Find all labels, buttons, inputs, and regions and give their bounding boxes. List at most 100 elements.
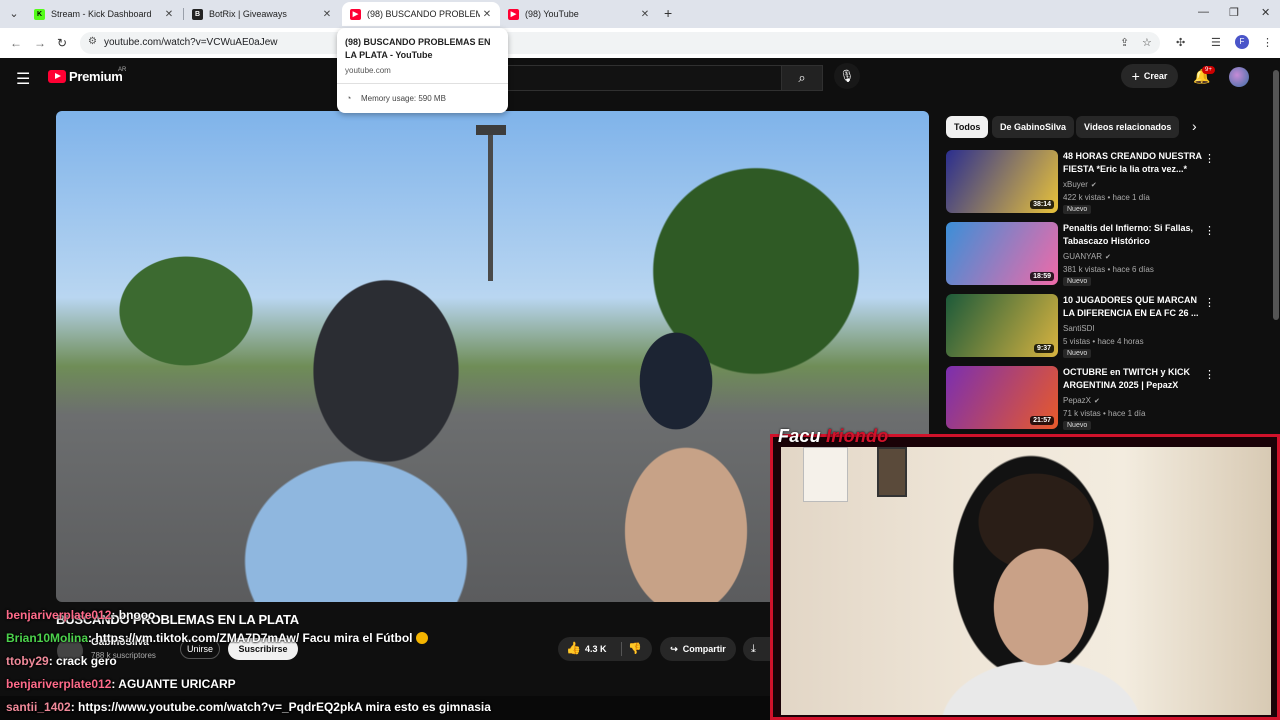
search-input[interactable] bbox=[500, 65, 781, 91]
video-thumbnail[interactable]: 9:37 bbox=[946, 294, 1058, 357]
more-options-icon[interactable]: ⋮ bbox=[1204, 368, 1215, 381]
like-icon[interactable]: 👍 bbox=[566, 641, 581, 655]
youtube-icon: ▶ bbox=[350, 8, 361, 20]
back-icon[interactable]: ← bbox=[10, 36, 22, 50]
wall-frame bbox=[877, 447, 907, 497]
recommendation-title[interactable]: Penaltis del Infierno: Si Fallas, Tabasc… bbox=[1063, 222, 1203, 248]
recommendation-item[interactable]: 18:59 Penaltis del Infierno: Si Fallas, … bbox=[946, 222, 1216, 288]
new-tab-button[interactable]: + bbox=[664, 5, 672, 21]
tab-title: BotRix | Giveaways bbox=[209, 9, 287, 19]
more-options-icon[interactable]: ⋮ bbox=[1204, 152, 1215, 165]
video-thumbnail[interactable]: 38:14 bbox=[946, 150, 1058, 213]
share-icon: ↪ bbox=[670, 643, 678, 654]
new-badge: Nuevo bbox=[1063, 277, 1092, 286]
chip-todos[interactable]: Todos bbox=[946, 116, 989, 138]
botrix-icon: B bbox=[192, 8, 203, 20]
tab-kick-dashboard[interactable]: K Stream - Kick Dashboard ✕ bbox=[26, 2, 182, 26]
recommendation-meta: 5 vistas • hace 4 horas bbox=[1063, 337, 1144, 346]
recommendation-item[interactable]: 38:14 48 HORAS CREANDO NUESTRA FIESTA *E… bbox=[946, 150, 1216, 216]
video-thumbnail[interactable]: 21:57 bbox=[946, 366, 1058, 429]
tab-title: (98) BUSCANDO PROBLEMAS E bbox=[367, 9, 480, 19]
hamburger-menu-icon[interactable]: ☰ bbox=[16, 69, 30, 89]
chat-message: Brian10Molina: https://vm.tiktok.com/ZMA… bbox=[6, 631, 428, 645]
site-info-icon[interactable]: ⚙ bbox=[88, 36, 97, 47]
voice-search-icon[interactable]: 🎙 bbox=[834, 63, 860, 89]
streamer-logo: Facu Iriondo bbox=[778, 426, 889, 446]
new-badge: Nuevo bbox=[1063, 421, 1092, 430]
hover-card-domain: youtube.com bbox=[345, 66, 391, 75]
verified-icon: ✔ bbox=[1104, 254, 1111, 261]
restore-icon[interactable]: ❐ bbox=[1229, 6, 1239, 19]
tab-strip: ⌄ K Stream - Kick Dashboard ✕ B BotRix |… bbox=[0, 0, 1280, 28]
reload-icon[interactable]: ↻ bbox=[57, 36, 67, 50]
recommendation-channel[interactable]: PepazX ✔ bbox=[1063, 396, 1100, 405]
tab-youtube-video[interactable]: ▶ (98) BUSCANDO PROBLEMAS E ✕ bbox=[342, 2, 500, 26]
url-text: youtube.com/watch?v=VCWuAE0aJew bbox=[104, 37, 278, 48]
chat-message: benjariverplate012: bnooo bbox=[6, 608, 156, 622]
tab-botrix[interactable]: B BotRix | Giveaways ✕ bbox=[184, 2, 340, 26]
duration-badge: 38:14 bbox=[1030, 200, 1054, 209]
chip-videos-relacionados[interactable]: Videos relacionados bbox=[1076, 116, 1180, 138]
recommendation-title[interactable]: 10 JUGADORES QUE MARCAN LA DIFERENCIA EN… bbox=[1063, 294, 1203, 320]
account-avatar[interactable] bbox=[1229, 67, 1249, 87]
like-dislike-group: 👍 4.3 K 👎 bbox=[558, 637, 652, 661]
hover-card-title: (98) BUSCANDO PROBLEMAS EN LA PLATA - Yo… bbox=[345, 37, 491, 60]
minimize-icon[interactable]: — bbox=[1198, 6, 1209, 18]
recommendation-title[interactable]: 48 HORAS CREANDO NUESTRA FIESTA *Eric la… bbox=[1063, 150, 1203, 176]
wall-frame bbox=[803, 447, 848, 502]
duration-badge: 21:57 bbox=[1030, 416, 1054, 425]
bookmark-star-icon[interactable]: ☆ bbox=[1142, 36, 1152, 49]
chrome-menu-icon[interactable]: ⋮ bbox=[1262, 36, 1273, 49]
chat-message: santii_1402: https://www.youtube.com/wat… bbox=[6, 700, 491, 714]
recommendation-channel[interactable]: SantiSDI bbox=[1063, 324, 1095, 333]
recommendation-title[interactable]: OCTUBRE en TWITCH y KICK ARGENTINA 2025 … bbox=[1063, 366, 1203, 392]
tab-title: Stream - Kick Dashboard bbox=[51, 9, 152, 19]
more-options-icon[interactable]: ⋮ bbox=[1204, 296, 1215, 309]
webcam-feed bbox=[781, 447, 1271, 715]
region-code: AR bbox=[118, 67, 127, 73]
youtube-header: ☰ Premium AR ⌕ 🎙 + Crear 🔔 9+ bbox=[0, 58, 1280, 98]
close-tab-icon[interactable]: ✕ bbox=[320, 9, 334, 20]
verified-icon: ✔ bbox=[1090, 182, 1097, 189]
close-tab-icon[interactable]: ✕ bbox=[480, 9, 494, 20]
close-tab-icon[interactable]: ✕ bbox=[638, 9, 652, 20]
recommendation-channel[interactable]: xBuyer ✔ bbox=[1063, 180, 1097, 189]
more-options-icon[interactable]: ⋮ bbox=[1204, 224, 1215, 237]
notification-badge: 9+ bbox=[1202, 66, 1215, 74]
close-tab-icon[interactable]: ✕ bbox=[162, 9, 176, 20]
install-app-icon[interactable]: ⇪ bbox=[1120, 36, 1129, 49]
scrollbar-thumb[interactable] bbox=[1273, 70, 1279, 320]
extensions-icon[interactable]: ✣ bbox=[1176, 36, 1185, 49]
media-control-icon[interactable]: ☰ bbox=[1211, 36, 1221, 49]
close-window-icon[interactable]: ✕ bbox=[1261, 6, 1270, 19]
create-button[interactable]: + Crear bbox=[1121, 64, 1178, 88]
tab-title: (98) YouTube bbox=[525, 9, 579, 19]
chevron-right-icon[interactable]: › bbox=[1192, 118, 1197, 134]
search-button[interactable]: ⌕ bbox=[781, 65, 823, 91]
video-thumbnail[interactable]: 18:59 bbox=[946, 222, 1058, 285]
chat-message: benjariverplate012: AGUANTE URICARP bbox=[6, 677, 236, 691]
tab-search-icon[interactable]: ⌄ bbox=[6, 6, 22, 22]
stadium-light bbox=[476, 125, 506, 135]
youtube-premium-logo[interactable]: Premium bbox=[69, 69, 123, 84]
recommendation-item[interactable]: 21:57 OCTUBRE en TWITCH y KICK ARGENTINA… bbox=[946, 366, 1216, 432]
share-button[interactable]: ↪ Compartir bbox=[660, 637, 736, 661]
kick-icon: K bbox=[34, 8, 45, 20]
light-pole bbox=[488, 131, 493, 281]
tab-youtube-home[interactable]: ▶ (98) YouTube ✕ bbox=[500, 2, 658, 26]
dislike-icon[interactable]: 👎 bbox=[628, 642, 642, 655]
new-badge: Nuevo bbox=[1063, 205, 1092, 214]
youtube-logo-icon[interactable] bbox=[48, 70, 66, 83]
search-icon: ⌕ bbox=[798, 70, 806, 85]
address-bar[interactable]: ⚙ youtube.com/watch?v=VCWuAE0aJew bbox=[80, 32, 1160, 54]
profile-avatar[interactable]: F bbox=[1235, 35, 1249, 49]
plus-icon: + bbox=[1131, 68, 1140, 84]
facecam-overlay bbox=[770, 434, 1280, 720]
recommendation-channel[interactable]: GUANYAR ✔ bbox=[1063, 252, 1111, 261]
recommendation-item[interactable]: 9:37 10 JUGADORES QUE MARCAN LA DIFERENC… bbox=[946, 294, 1216, 360]
forward-icon[interactable]: → bbox=[34, 36, 46, 50]
chip-de-gabinosilva[interactable]: De GabinoSilva bbox=[992, 116, 1075, 138]
like-count[interactable]: 4.3 K bbox=[585, 644, 607, 654]
tab-hover-card: (98) BUSCANDO PROBLEMAS EN LA PLATA - Yo… bbox=[337, 28, 508, 113]
heart-eyes-emoji-icon bbox=[415, 632, 428, 644]
